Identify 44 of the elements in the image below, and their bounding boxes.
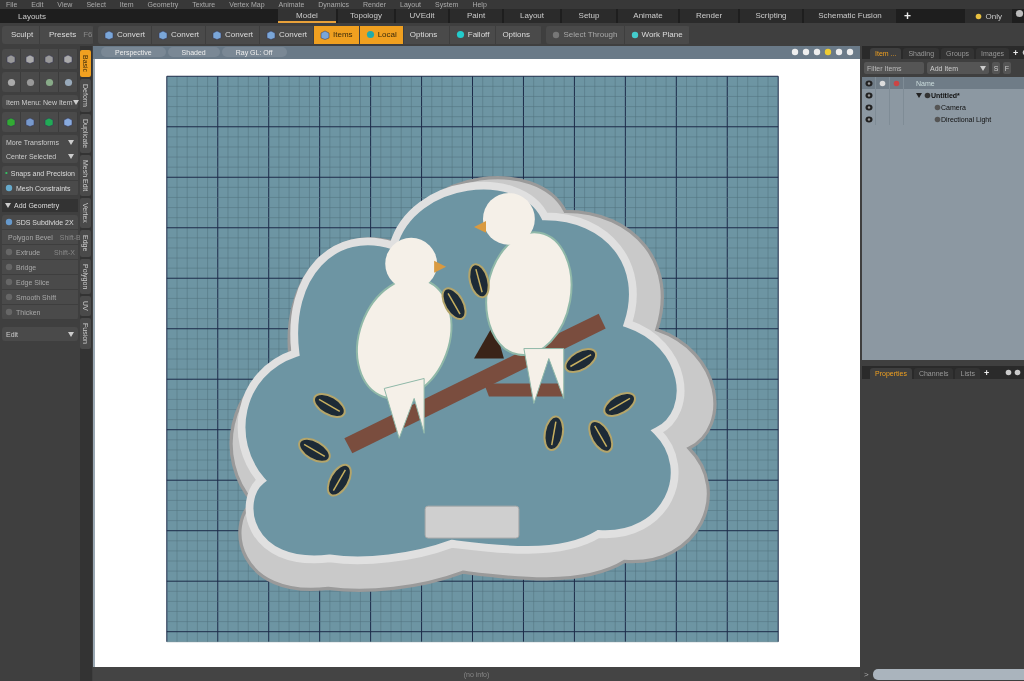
toolbar-button[interactable]: Options: [496, 25, 543, 44]
add-tab-button[interactable]: +: [981, 367, 992, 379]
toolbar-button[interactable]: Convert: [152, 25, 207, 44]
cube-icon: [266, 29, 277, 40]
layout-tab[interactable]: Setup: [562, 9, 616, 23]
layouts-label[interactable]: Layouts: [0, 9, 278, 23]
layout-tab[interactable]: Paint: [450, 9, 502, 23]
eye-icon: [864, 79, 873, 87]
layout-tab[interactable]: Render: [680, 9, 738, 23]
toolbar-button[interactable]: Local: [359, 25, 404, 44]
caret-icon: [980, 65, 986, 71]
toolbar-button[interactable]: Sculpt: [2, 25, 40, 44]
layout-tab[interactable]: Topology: [338, 9, 394, 23]
layout-tab[interactable]: Model: [278, 9, 336, 23]
toolbar-button[interactable]: Falloff: [449, 25, 497, 44]
caret-icon: [68, 139, 74, 145]
toolbar-button[interactable]: Work Plane: [624, 25, 690, 44]
command-prompt: >: [864, 669, 869, 679]
layout-tab[interactable]: UVEdit: [396, 9, 448, 23]
cube-icon: [212, 29, 223, 40]
layout-tab[interactable]: Animate: [618, 9, 678, 23]
viewport-canvas[interactable]: [93, 59, 860, 668]
caret-icon: [68, 331, 74, 337]
caret-icon: [72, 99, 79, 105]
eye-icon: [864, 103, 873, 111]
layout-tab[interactable]: Layout: [504, 9, 560, 23]
toolbar-button[interactable]: Convert: [98, 25, 152, 44]
toolbar-button[interactable]: Options: [403, 25, 450, 44]
command-field[interactable]: [872, 668, 1024, 680]
add-tab-button[interactable]: +: [1011, 47, 1021, 59]
layout-tab[interactable]: Schematic Fusion: [804, 9, 896, 23]
caret-icon: [68, 153, 74, 159]
cube-icon: [320, 29, 331, 40]
eye-icon: [864, 115, 873, 123]
cube-icon: [158, 29, 168, 40]
only-button[interactable]: Only: [964, 9, 1012, 23]
add-tab-button[interactable]: +: [898, 9, 917, 23]
eye-icon: [864, 91, 873, 99]
caret-icon: [5, 203, 11, 208]
layout-tab[interactable]: Scripting: [740, 9, 802, 23]
expand-arrow-icon[interactable]: [916, 92, 922, 98]
toolbar-button[interactable]: Items: [314, 25, 360, 44]
toolbar-button[interactable]: Convert: [206, 25, 261, 44]
cube-icon: [104, 29, 114, 40]
